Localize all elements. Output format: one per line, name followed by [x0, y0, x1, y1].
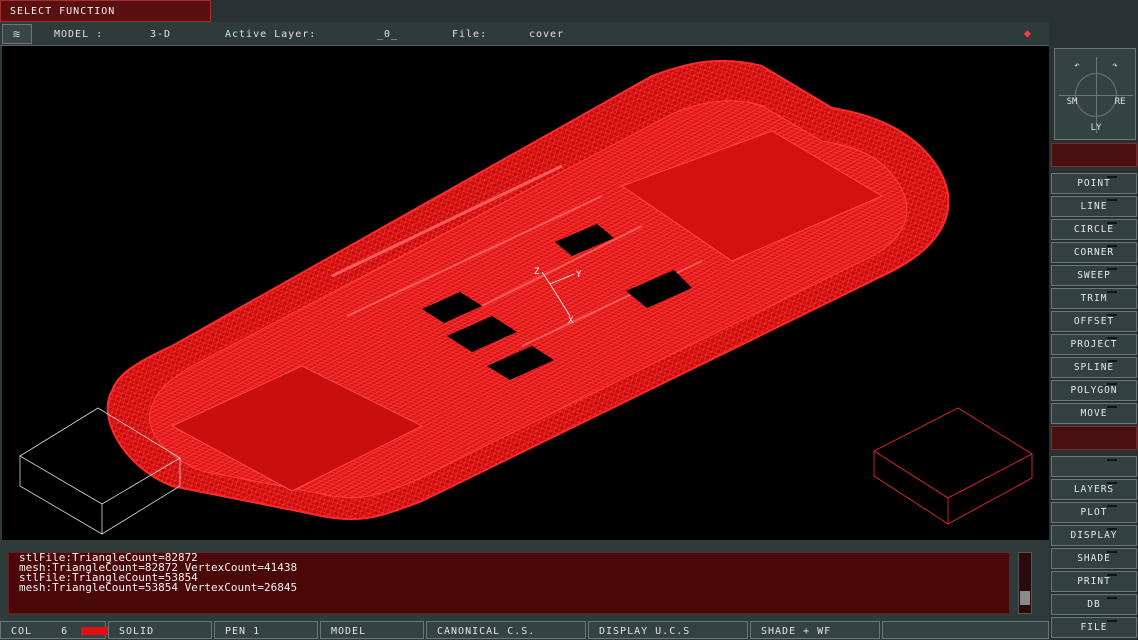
- plot-button[interactable]: PLOT: [1051, 502, 1137, 523]
- scrollbar-thumb[interactable]: [1020, 591, 1030, 605]
- panel-separator: [1051, 426, 1137, 450]
- layer-label: Active Layer:: [225, 29, 317, 40]
- file-button[interactable]: FILE: [1051, 617, 1137, 638]
- sweep-button[interactable]: SWEEP: [1051, 265, 1137, 286]
- file-value: cover: [529, 29, 565, 40]
- db-button[interactable]: DB: [1051, 594, 1137, 615]
- axis-x-label: X: [568, 316, 574, 326]
- status-empty-cell: [882, 621, 1049, 639]
- function-prompt: SELECT FUNCTION: [0, 0, 211, 22]
- spline-button[interactable]: SPLINE: [1051, 357, 1137, 378]
- corner-button[interactable]: CORNER: [1051, 242, 1137, 263]
- display-button[interactable]: DISPLAY: [1051, 525, 1137, 546]
- project-button[interactable]: PROJECT: [1051, 334, 1137, 355]
- model-scene: Y Z X: [19, 59, 1033, 535]
- color-selector[interactable]: COL 6: [0, 621, 110, 639]
- pen-selector[interactable]: PEN 1: [214, 621, 318, 639]
- app-logo-icon[interactable]: ≋: [2, 24, 32, 44]
- model-value: 3-D: [150, 29, 172, 40]
- right-command-panel: ↶ ↷ SM RE LY POINT LINE CIRCLE CORNER SW…: [1049, 22, 1138, 640]
- layer-button[interactable]: LY: [1081, 123, 1111, 133]
- model-label: MODEL :: [54, 29, 104, 40]
- info-bar: ≋ MODEL : 3-D Active Layer: _0_ File: co…: [0, 22, 1049, 46]
- trim-button[interactable]: TRIM: [1051, 288, 1137, 309]
- polygon-button[interactable]: POLYGON: [1051, 380, 1137, 401]
- status-bar: COL 6 SOLID PEN 1 MODEL CANONICAL C.S. D…: [0, 620, 1049, 640]
- console-log: stlFile:TriangleCount=82872 mesh:Triangl…: [8, 552, 1010, 614]
- rotate-right-icon[interactable]: ↷: [1101, 61, 1129, 71]
- redraw-button[interactable]: RE: [1105, 97, 1135, 107]
- bounding-box-right[interactable]: [873, 407, 1033, 525]
- color-value: 6: [61, 626, 69, 637]
- solid-toggle[interactable]: SOLID: [108, 621, 212, 639]
- console-line: mesh:TriangleCount=53854 VertexCount=268…: [19, 581, 298, 594]
- layers-button[interactable]: LAYERS: [1051, 479, 1137, 500]
- panel-separator: [1051, 143, 1137, 167]
- blank-button[interactable]: [1051, 456, 1137, 477]
- layer-value: _0_: [377, 29, 399, 40]
- axis-z-label: Z: [534, 267, 540, 277]
- color-swatch: [81, 627, 110, 635]
- view-navigation-pad[interactable]: ↶ ↷ SM RE LY: [1054, 48, 1136, 140]
- display-ucs-selector[interactable]: DISPLAY U.C.S: [588, 621, 748, 639]
- 3d-viewport[interactable]: Y Z X: [0, 46, 1049, 540]
- move-button[interactable]: MOVE: [1051, 403, 1137, 424]
- mesh-part[interactable]: [106, 59, 950, 521]
- circle-button[interactable]: CIRCLE: [1051, 219, 1137, 240]
- model-toggle[interactable]: MODEL: [320, 621, 424, 639]
- coord-system-selector[interactable]: CANONICAL C.S.: [426, 621, 586, 639]
- render-mode-selector[interactable]: SHADE + WF: [750, 621, 880, 639]
- title-bar: SELECT FUNCTION: [0, 0, 1138, 22]
- file-label: File:: [452, 29, 488, 40]
- color-label: COL: [11, 626, 33, 637]
- smooth-button[interactable]: SM: [1057, 97, 1087, 107]
- axis-y-label: Y: [576, 270, 582, 280]
- shade-button[interactable]: SHADE: [1051, 548, 1137, 569]
- rotate-left-icon[interactable]: ↶: [1063, 61, 1091, 71]
- offset-button[interactable]: OFFSET: [1051, 311, 1137, 332]
- print-button[interactable]: PRINT: [1051, 571, 1137, 592]
- point-button[interactable]: POINT: [1051, 173, 1137, 194]
- line-button[interactable]: LINE: [1051, 196, 1137, 217]
- exit-icon[interactable]: ◆: [1019, 26, 1037, 40]
- console-scrollbar[interactable]: [1018, 552, 1032, 614]
- command-console: stlFile:TriangleCount=82872 mesh:Triangl…: [0, 540, 1049, 620]
